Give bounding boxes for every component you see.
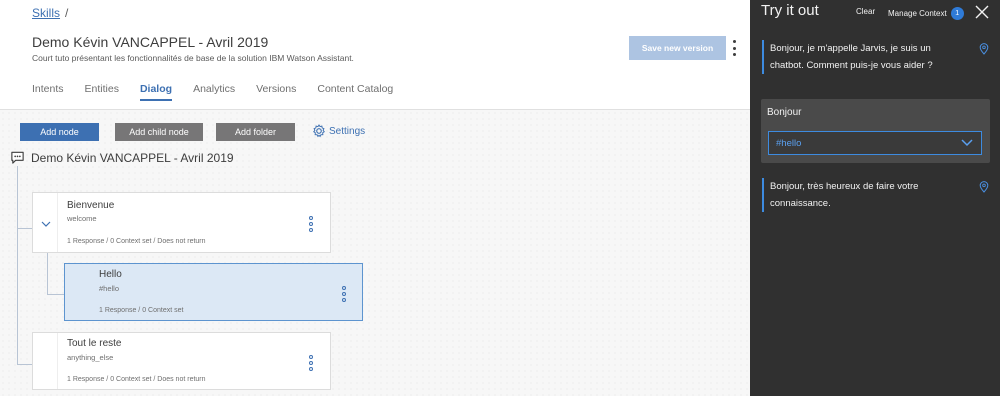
- add-folder-button[interactable]: Add folder: [216, 123, 295, 141]
- bot-message: Bonjour, je m'appelle Jarvis, je suis un…: [762, 40, 962, 74]
- add-child-node-button[interactable]: Add child node: [115, 123, 203, 141]
- node-meta: 1 Response / 0 Context set / Does not re…: [67, 376, 206, 383]
- node-divider: [57, 193, 58, 252]
- dialog-root: Demo Kévin VANCAPPEL - Avril 2019: [10, 150, 234, 165]
- tab-entities[interactable]: Entities: [85, 83, 119, 99]
- breadcrumb-separator: /: [65, 6, 69, 20]
- chevron-down-icon[interactable]: [39, 217, 53, 231]
- user-message-card: Bonjour #hello: [761, 99, 990, 163]
- try-it-out-panel: Try it out Clear Manage Context 1 Bonjou…: [750, 0, 1000, 396]
- node-options-icon[interactable]: [308, 355, 314, 371]
- try-panel-title: Try it out: [761, 2, 819, 19]
- manage-context-label: Manage Context: [888, 9, 947, 18]
- node-name: Bienvenue: [67, 200, 115, 211]
- tree-connector: [17, 364, 33, 365]
- node-meta: 1 Response / 0 Context set: [99, 307, 184, 314]
- node-meta: 1 Response / 0 Context set / Does not re…: [67, 238, 206, 245]
- tab-analytics[interactable]: Analytics: [193, 83, 235, 99]
- tree-connector: [47, 252, 48, 294]
- intent-select[interactable]: #hello: [768, 131, 982, 155]
- intent-value: #hello: [776, 137, 802, 149]
- tree-connector: [47, 294, 64, 295]
- chat-bubble-icon: [11, 151, 24, 164]
- tab-versions[interactable]: Versions: [256, 83, 296, 99]
- dialog-root-title: Demo Kévin VANCAPPEL - Avril 2019: [31, 150, 234, 165]
- location-pin-icon[interactable]: [979, 43, 989, 55]
- tab-content-catalog[interactable]: Content Catalog: [317, 83, 393, 99]
- settings-label: Settings: [329, 125, 366, 137]
- node-condition: #hello: [99, 284, 120, 293]
- location-pin-icon[interactable]: [979, 181, 989, 193]
- clear-button[interactable]: Clear: [856, 7, 875, 16]
- close-icon[interactable]: [974, 4, 990, 20]
- node-name: Hello: [99, 269, 122, 280]
- node-options-icon[interactable]: [308, 216, 314, 232]
- breadcrumb: Skills /: [32, 6, 68, 20]
- workspace: Skills / Demo Kévin VANCAPPEL - Avril 201…: [0, 0, 750, 396]
- bot-message: Bonjour, très heureux de faire votre con…: [762, 178, 962, 212]
- add-node-button[interactable]: Add node: [20, 123, 99, 141]
- settings-gear-icon: [313, 124, 325, 138]
- node-options-icon[interactable]: [341, 286, 347, 302]
- tree-connector: [17, 228, 33, 229]
- manage-context-button[interactable]: Manage Context 1: [888, 7, 964, 20]
- dialog-node-tout-le-reste[interactable]: Tout le reste anything_else 1 Response /…: [32, 332, 331, 390]
- node-condition: welcome: [67, 214, 97, 223]
- tree-connector: [17, 166, 18, 364]
- dialog-node-hello[interactable]: Hello #hello 1 Response / 0 Context set: [64, 263, 363, 321]
- node-divider: [57, 333, 58, 389]
- page-title: Demo Kévin VANCAPPEL - Avril 2019: [32, 34, 269, 50]
- context-count-badge: 1: [950, 7, 964, 20]
- user-message-text: Bonjour: [767, 107, 802, 118]
- page-subtitle: Court tuto présentant les fonctionnalité…: [32, 53, 354, 63]
- node-name: Tout le reste: [67, 338, 122, 349]
- settings-link[interactable]: Settings: [312, 124, 365, 138]
- breadcrumb-skills-link[interactable]: Skills: [32, 6, 60, 20]
- node-condition: anything_else: [67, 353, 114, 362]
- tab-dialog[interactable]: Dialog: [139, 83, 173, 101]
- chevron-down-icon: [961, 139, 973, 147]
- tab-intents[interactable]: Intents: [32, 83, 64, 99]
- more-options-icon[interactable]: [730, 38, 738, 58]
- dialog-node-bienvenue[interactable]: Bienvenue welcome 1 Response / 0 Context…: [32, 192, 331, 253]
- tab-bar: Intents Entities Dialog Analytics Versio…: [32, 83, 414, 101]
- save-new-version-button[interactable]: Save new version: [629, 36, 726, 60]
